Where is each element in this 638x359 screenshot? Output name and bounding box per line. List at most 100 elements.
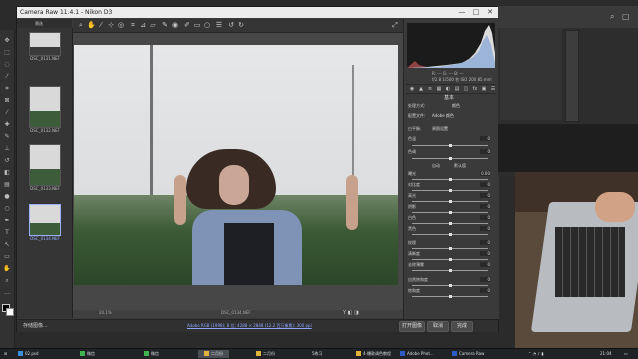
exposure-row[interactable]: 曝光 0.00 [408, 171, 496, 181]
tab-detail-icon[interactable]: ≡ [426, 86, 434, 92]
highlights-row[interactable]: 高光 0 [408, 193, 496, 203]
contrast-row[interactable]: 对比度 0 [408, 182, 496, 192]
history-brush-icon[interactable]: ↺ [3, 158, 11, 164]
slider-knob[interactable] [449, 144, 452, 147]
marquee-tool-icon[interactable]: ⬚ [3, 50, 11, 56]
more-tools-icon[interactable]: … [3, 290, 11, 296]
crop-tool-icon[interactable]: ⌗ [3, 86, 11, 92]
frame-tool-icon[interactable]: ⊠ [3, 98, 11, 104]
red-eye-icon[interactable]: ◉ [171, 21, 179, 29]
workflow-options-link[interactable]: Adobe RGB (1998); 8 位; 4288 × 2848 (12.2… [187, 323, 312, 329]
start-icon[interactable]: ⊞ [4, 350, 7, 358]
dodge-tool-icon[interactable]: ○ [3, 206, 11, 212]
slider-knob[interactable] [449, 211, 452, 214]
vibrance-slider[interactable] [412, 284, 488, 287]
tab-basic-icon[interactable]: ◉ [408, 86, 416, 92]
thumbnail-2[interactable] [29, 86, 61, 128]
slider-knob[interactable] [449, 200, 452, 203]
slider-knob[interactable] [449, 189, 452, 192]
row-value[interactable]: 原照设置 [432, 126, 448, 132]
clarity-row[interactable]: 清晰度 0 [408, 251, 496, 261]
dehaze-slider[interactable] [412, 269, 488, 272]
row-value[interactable]: 0 [480, 215, 490, 220]
row-value[interactable]: 0.00 [480, 171, 490, 176]
adjustment-brush-icon[interactable]: ✐ [183, 21, 191, 29]
slider-knob[interactable] [449, 157, 452, 160]
exposure-slider[interactable] [412, 178, 488, 181]
tab-tone-curve-icon[interactable]: ▲ [417, 86, 425, 92]
taskbar-item[interactable]: 微信 [80, 350, 95, 358]
taskbar-item[interactable]: 4-爆款调色教程 [356, 350, 391, 358]
row-value[interactable]: 0 [480, 182, 490, 187]
zoom-tool-icon[interactable]: ⌕ [3, 278, 11, 284]
compare-view-buttons[interactable]: Y ◧ ◨ [343, 310, 359, 316]
cancel-button[interactable]: 取消 [427, 321, 449, 332]
rotate-right-icon[interactable]: ↻ [237, 21, 245, 29]
move-tool-icon[interactable]: ✥ [3, 38, 11, 44]
row-value[interactable]: 0 [480, 288, 490, 293]
white-balance-icon[interactable]: ⁄ [97, 21, 105, 29]
row-value[interactable]: 0 [480, 251, 490, 256]
clarity-slider[interactable] [412, 258, 488, 261]
texture-row[interactable]: 纹理 0 [408, 240, 496, 250]
hand-tool-icon[interactable]: ✋ [3, 266, 11, 272]
lasso-tool-icon[interactable]: ◌ [3, 62, 11, 68]
pen-tool-icon[interactable]: ✒ [3, 218, 11, 224]
thumbnail-3[interactable] [29, 144, 61, 186]
slider-knob[interactable] [449, 295, 452, 298]
straighten-icon[interactable]: ⊿ [139, 21, 147, 29]
minimize-icon[interactable]: — [457, 8, 467, 17]
slider-knob[interactable] [449, 269, 452, 272]
taskbar-item[interactable]: Camera Raw [452, 350, 484, 358]
brush-tool-icon[interactable]: ✎ [3, 134, 11, 140]
rotate-left-icon[interactable]: ↺ [227, 21, 235, 29]
tab-snapshots-icon[interactable]: ☰ [489, 86, 497, 92]
radial-filter-icon[interactable]: ○ [203, 21, 211, 29]
gradient-tool-icon[interactable]: ▤ [3, 182, 11, 188]
shape-tool-icon[interactable]: ▭ [3, 254, 11, 260]
row-value[interactable]: 0 [480, 262, 490, 267]
auto-row[interactable]: 自动 默认值 [408, 163, 496, 170]
tint-slider[interactable] [412, 157, 488, 160]
fullscreen-icon[interactable]: ⤢ [391, 21, 399, 29]
row-value[interactable]: 0 [480, 226, 490, 231]
transform-icon[interactable]: ▱ [149, 21, 157, 29]
profile-row[interactable]: 配置文件: Adobe 颜色 [408, 113, 496, 120]
tab-lens-icon[interactable]: ▤ [453, 86, 461, 92]
healing-tool-icon[interactable]: ✚ [3, 122, 11, 128]
taskbar-item-active[interactable]: 二月份 [198, 350, 229, 358]
thumbnail-1[interactable] [29, 32, 61, 56]
blur-tool-icon[interactable]: ● [3, 194, 11, 200]
taskbar-item[interactable]: 二月份 [256, 350, 275, 358]
dehaze-row[interactable]: 去除薄雾 0 [408, 262, 496, 272]
tray-icons[interactable]: ⌃ ◔ ♪ ▮ [528, 350, 543, 358]
taskbar-clock[interactable]: 21:04 [600, 350, 612, 358]
slider-knob[interactable] [449, 178, 452, 181]
temperature-row[interactable]: 色温 0 [408, 136, 496, 147]
close-icon[interactable]: ✕ [485, 8, 495, 17]
taskbar-item[interactable]: Adobe Phot... [400, 350, 434, 358]
row-value[interactable]: 0 [480, 240, 490, 245]
filmstrip-header[interactable]: 筛选 [17, 19, 72, 28]
shadows-row[interactable]: 阴影 0 [408, 204, 496, 214]
thumbnail-4-selected[interactable] [29, 204, 61, 236]
slider-knob[interactable] [449, 247, 452, 250]
tab-calibration-icon[interactable]: fx [471, 86, 479, 92]
highlights-slider[interactable] [412, 200, 488, 203]
taskbar-item[interactable]: 02.psd [18, 350, 39, 358]
slider-knob[interactable] [449, 258, 452, 261]
tab-split-toning-icon[interactable]: ◐ [444, 86, 452, 92]
saturation-slider[interactable] [412, 295, 488, 298]
row-value[interactable]: 颜色 [452, 103, 460, 109]
eyedropper-tool-icon[interactable]: ⁄ [3, 110, 11, 116]
quick-select-tool-icon[interactable]: ⁄ [3, 74, 11, 80]
crop-icon[interactable]: ⌗ [129, 21, 137, 29]
preferences-icon[interactable]: ☰ [215, 21, 223, 29]
shadows-slider[interactable] [412, 211, 488, 214]
workspace-icon[interactable]: ▢ [622, 12, 630, 21]
background-color-swatch[interactable] [6, 308, 14, 316]
hand-icon[interactable]: ✋ [87, 21, 96, 29]
vibrance-row[interactable]: 自然饱和度 0 [408, 277, 496, 287]
tab-hsl-icon[interactable]: ▦ [435, 86, 443, 92]
open-image-button[interactable]: 打开图像 [399, 321, 425, 332]
